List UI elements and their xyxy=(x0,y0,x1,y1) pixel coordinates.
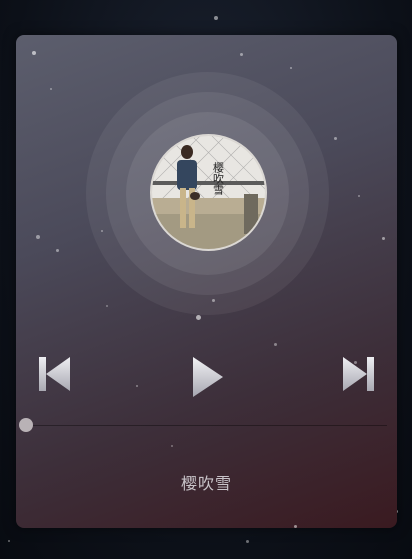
sparkle-decoration xyxy=(334,137,337,140)
sparkle-decoration xyxy=(196,315,201,320)
sparkle-decoration xyxy=(32,51,36,55)
sparkle-decoration xyxy=(382,237,385,240)
sparkle-decoration xyxy=(294,525,297,528)
song-title: 樱吹雪 xyxy=(180,474,232,493)
album-cover-art: 樱吹雪 xyxy=(152,136,265,249)
sparkle-decoration xyxy=(36,235,40,239)
progress-bar[interactable] xyxy=(26,425,387,426)
sparkle-decoration xyxy=(56,249,59,252)
skip-next-icon xyxy=(343,357,374,391)
sparkle-decoration xyxy=(274,343,277,346)
play-icon xyxy=(193,357,223,397)
album-cover: 樱吹雪 xyxy=(150,134,267,251)
skip-previous-icon xyxy=(39,357,70,391)
star-decoration xyxy=(246,540,249,543)
sparkle-decoration xyxy=(106,305,108,307)
sparkle-decoration xyxy=(136,385,138,387)
next-track-button[interactable] xyxy=(342,355,376,393)
sparkle-decoration xyxy=(240,53,243,56)
previous-track-button[interactable] xyxy=(37,355,71,393)
star-decoration xyxy=(214,16,218,20)
sparkle-decoration xyxy=(358,195,360,197)
music-player-card: 樱吹雪 樱吹雪 xyxy=(16,35,397,528)
star-decoration xyxy=(8,540,10,542)
sparkle-decoration xyxy=(290,67,292,69)
sparkle-decoration xyxy=(50,88,52,90)
progress-knob[interactable] xyxy=(19,418,33,432)
sparkle-decoration xyxy=(171,445,173,447)
cover-caption: 樱吹雪 xyxy=(212,162,225,196)
play-button[interactable] xyxy=(190,355,226,399)
